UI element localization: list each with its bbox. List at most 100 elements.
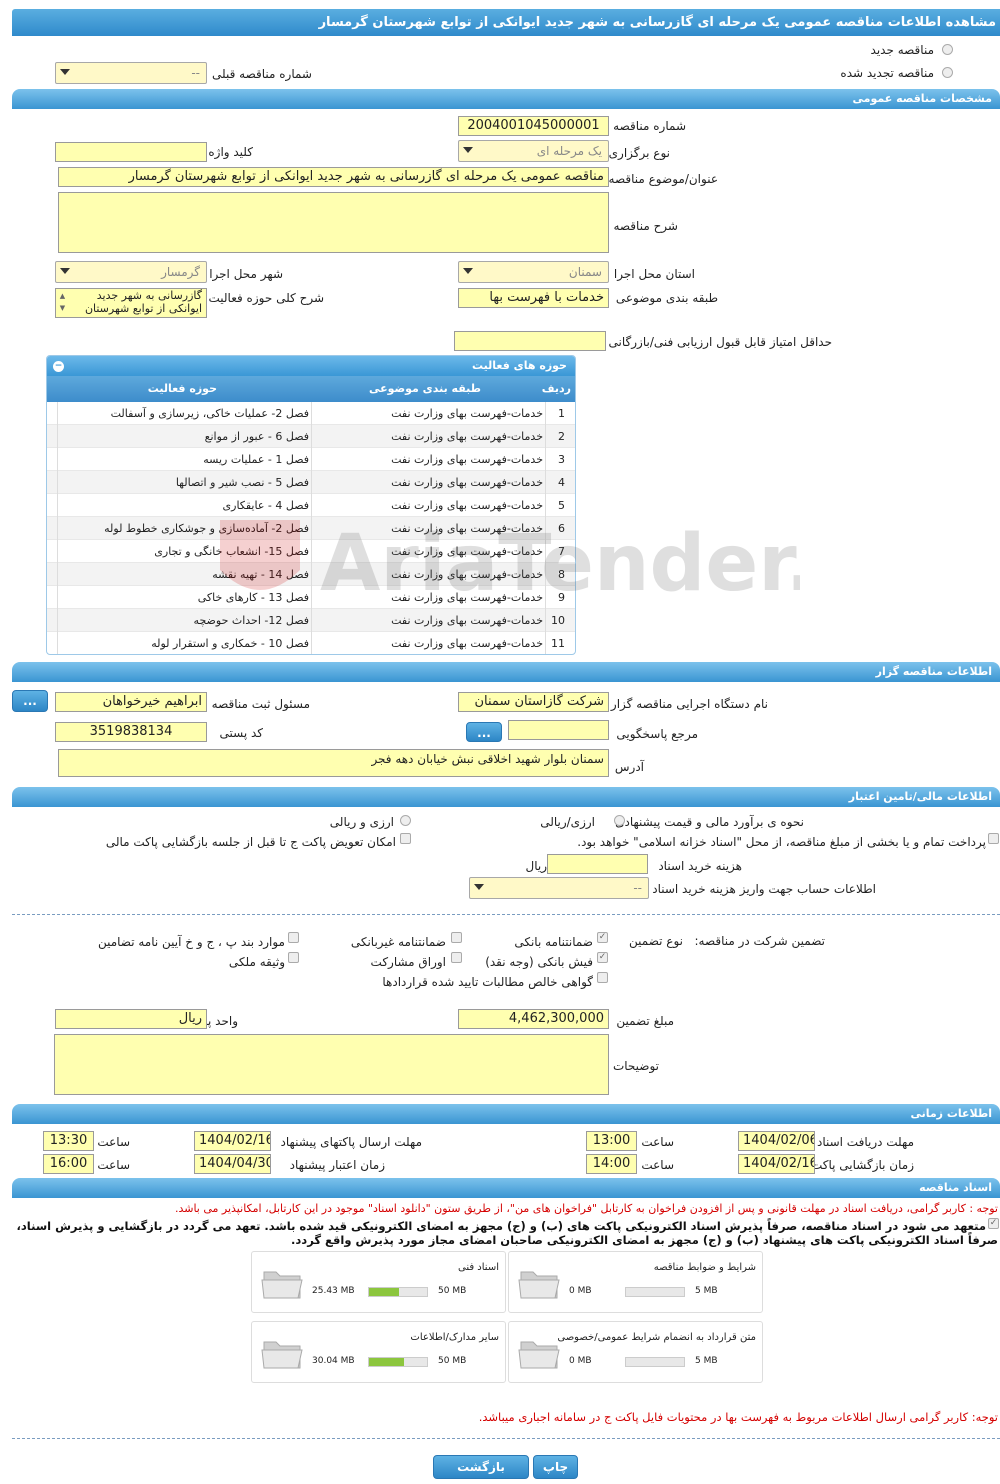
prev-number-select[interactable]: -- [55,62,207,84]
article-items-checkbox[interactable] [288,932,299,943]
document-card[interactable]: شرایط و ضوابط مناقصه 0 MB 5 MB [508,1251,763,1313]
description-field[interactable] [58,192,609,253]
send-envelopes-time[interactable]: 13:30 [43,1131,94,1151]
document-name: شرایط و ضوابط مناقصه [653,1262,756,1273]
doc-cost-label: هزینه خرید اسناد [658,859,742,873]
chevron-down-icon [60,69,70,75]
document-card[interactable]: متن قرارداد به انضمام شرایط عمومی/خصوصی 0… [508,1321,763,1383]
reference-more-button[interactable]: ... [466,722,502,742]
activity-desc-field[interactable]: گازرسانی به شهر جدید ایوانکی از توابع شه… [55,288,207,318]
row-category: خدمات-فهرست بهای وزارت نفت [391,453,543,466]
row-field: فصل 2- عملیات خاکی، زیرسازی و آسفالت [110,407,309,420]
documents-section-header: اسناد مناقصه [12,1178,1000,1198]
row-category: خدمات-فهرست بهای وزارت نفت [391,407,543,420]
document-card[interactable]: اسناد فنی 25.43 MB 50 MB [251,1251,506,1313]
city-select[interactable]: گرمسار [55,261,207,283]
keyword-field[interactable] [55,142,207,162]
min-score-label: حداقل امتیاز قابل قبول ارزیابی فنی/بازرگ… [608,335,832,349]
col-category-header[interactable]: طبقه بندی موضوعی [369,376,481,402]
folder-icon [261,1341,303,1369]
prev-number-value: -- [191,66,200,80]
col-field-header[interactable]: حوزه فعالیت [148,376,217,402]
city-value: گرمسار [161,265,200,279]
documents-notice: توجه : کاربر گرامی، دریافت اسناد در مهلت… [174,1202,998,1215]
holding-type-select[interactable]: یک مرحله ای [458,140,609,162]
holding-type-value: یک مرحله ای [536,144,602,158]
bank-guarantee-checkbox[interactable]: ✓ [597,932,608,943]
non-bank-guarantee-checkbox[interactable] [451,932,462,943]
opening-time-label: ساعت [641,1158,674,1172]
province-select[interactable]: سمنان [458,261,609,283]
commitment-checkbox[interactable]: ✓ [988,1218,999,1229]
opening-date[interactable]: 1404/02/16 [738,1154,815,1174]
validity-time[interactable]: 16:00 [43,1154,94,1174]
row-category: خدمات-فهرست بهای وزارت نفت [391,637,543,650]
collapse-icon[interactable]: − [53,361,64,372]
document-usage-bar [625,1357,685,1367]
chevron-down-icon [474,884,484,890]
folder-icon [518,1271,560,1299]
row-field: فصل 15- انشعاب خانگی و تجاری [154,545,309,558]
document-name: سایر مدارک/اطلاعات [410,1332,499,1343]
min-score-field[interactable] [454,331,606,351]
row-number: 10 [551,614,565,627]
non-bank-guarantee-label: ضمانتنامه غیربانکی [350,935,446,949]
tender-number-field[interactable]: 2004001045000001 [458,116,609,136]
province-value: سمنان [568,265,602,279]
address-field[interactable]: سمنان بلوار شهید اخلاقی نبش خیابان دهه ف… [58,749,609,777]
scroll-arrows-icon[interactable]: ▲ ▼ [57,290,68,316]
row-field: فصل 12- احداث حوضچه [193,614,309,627]
receive-docs-time[interactable]: 13:00 [586,1131,637,1151]
bank-receipt-checkbox[interactable]: ✓ [597,952,608,963]
send-envelopes-date[interactable]: 1404/02/16 [194,1131,271,1151]
property-checkbox[interactable] [288,952,299,963]
timing-section-header: اطلاعات زمانی [12,1104,1000,1124]
divider [12,914,1000,915]
row-field: فصل 13 - کارهای خاکی [197,591,309,604]
postal-field[interactable]: 3519838134 [55,722,207,742]
back-button[interactable]: بازگشت [433,1455,529,1479]
validity-date[interactable]: 1404/04/30 [194,1154,271,1174]
registrar-field[interactable]: ابراهیم خیرخواهان [55,692,207,712]
print-button[interactable]: چاپ [533,1455,578,1479]
net-claims-checkbox[interactable] [597,972,608,983]
doc-cost-field[interactable] [547,854,648,874]
bank-receipt-label: فیش بانکی (وجه نقد) [485,955,593,969]
renewed-tender-radio[interactable] [942,67,953,78]
row-field: فصل 5 - نصب شیر و اتصالها [175,476,309,489]
account-select[interactable]: -- [469,877,649,899]
description-label: شرح مناقصه [613,219,678,233]
reference-field[interactable] [508,720,609,740]
new-tender-radio[interactable] [942,44,953,55]
pricing-label: نحوه ی برآورد مالی و قیمت پیشنهادی [615,815,804,829]
document-card[interactable]: سایر مدارک/اطلاعات 30.04 MB 50 MB [251,1321,506,1383]
keyword-label: کلید واژه [208,145,253,159]
row-category: خدمات-فهرست بهای وزارت نفت [391,614,543,627]
bonds-checkbox[interactable] [451,952,462,963]
currency-and-rial-radio[interactable] [400,815,411,826]
org-field[interactable]: شرکت گازاستان سمنان [458,692,609,712]
subject-field[interactable]: مناقصه عمومی یک مرحله ای گازرسانی به شهر… [58,167,609,187]
islamic-treasury-checkbox[interactable] [988,833,999,844]
row-category: خدمات-فهرست بهای وزارت نفت [391,591,543,604]
validity-label: زمان اعتبار پیشنهاد [289,1158,385,1172]
currency-field[interactable]: ریال [55,1009,207,1029]
registrar-more-button[interactable]: ... [12,690,48,712]
opening-time[interactable]: 14:00 [586,1154,637,1174]
receive-docs-date[interactable]: 1404/02/06 [738,1131,815,1151]
currency-and-rial-label: ارزی و ریالی [329,815,394,829]
finance-section-header: اطلاعات مالی/تامین اعتبار [12,787,1000,807]
category-field[interactable]: خدمات با فهرست بها [458,288,609,308]
currency-rial-radio[interactable] [614,815,625,826]
notes-field[interactable] [54,1034,609,1095]
document-usage-bar [625,1287,685,1297]
row-number: 2 [558,430,565,443]
document-usage-bar [368,1357,428,1367]
document-used-size: 0 MB [569,1356,592,1366]
col-row-header[interactable]: ردیف [542,376,571,402]
amount-field[interactable]: 4,462,300,000 [458,1009,609,1029]
receive-docs-label: مهلت دریافت اسناد [816,1135,914,1149]
document-max-size: 5 MB [695,1286,718,1296]
envelope-swap-checkbox[interactable] [400,833,411,844]
row-number: 8 [558,568,565,581]
